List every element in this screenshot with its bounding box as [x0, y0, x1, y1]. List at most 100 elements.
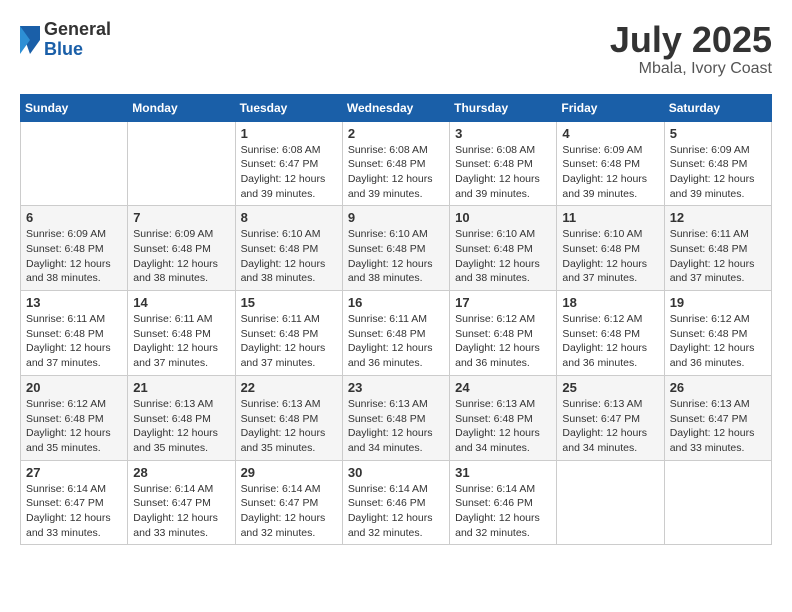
day-info: Sunrise: 6:11 AM Sunset: 6:48 PM Dayligh…: [26, 312, 122, 371]
day-number: 22: [241, 380, 337, 395]
day-info: Sunrise: 6:08 AM Sunset: 6:47 PM Dayligh…: [241, 143, 337, 202]
day-info: Sunrise: 6:14 AM Sunset: 6:47 PM Dayligh…: [133, 482, 229, 541]
day-info: Sunrise: 6:13 AM Sunset: 6:47 PM Dayligh…: [562, 397, 658, 456]
calendar-cell: [128, 121, 235, 206]
day-number: 7: [133, 210, 229, 225]
day-number: 1: [241, 126, 337, 141]
day-info: Sunrise: 6:14 AM Sunset: 6:46 PM Dayligh…: [348, 482, 444, 541]
calendar-cell: 5 Sunrise: 6:09 AM Sunset: 6:48 PM Daylig…: [664, 121, 771, 206]
day-info: Sunrise: 6:10 AM Sunset: 6:48 PM Dayligh…: [455, 227, 551, 286]
calendar-cell: 27 Sunrise: 6:14 AM Sunset: 6:47 PM Dayli…: [21, 460, 128, 545]
day-number: 18: [562, 295, 658, 310]
calendar-week-row: 1 Sunrise: 6:08 AM Sunset: 6:47 PM Daylig…: [21, 121, 772, 206]
day-number: 8: [241, 210, 337, 225]
weekday-header: Tuesday: [235, 94, 342, 121]
day-info: Sunrise: 6:11 AM Sunset: 6:48 PM Dayligh…: [133, 312, 229, 371]
day-number: 13: [26, 295, 122, 310]
calendar-cell: 29Sunrise: 6:14 AM Sunset: 6:47 PM Dayli…: [235, 460, 342, 545]
logo-blue: Blue: [44, 39, 83, 59]
day-number: 14: [133, 295, 229, 310]
calendar-cell: 28 Sunrise: 6:14 AM Sunset: 6:47 PM Dayli…: [128, 460, 235, 545]
day-info: Sunrise: 6:11 AM Sunset: 6:48 PM Dayligh…: [241, 312, 337, 371]
calendar-cell: 19Sunrise: 6:12 AM Sunset: 6:48 PM Dayli…: [664, 291, 771, 376]
calendar-week-row: 27 Sunrise: 6:14 AM Sunset: 6:47 PM Dayli…: [21, 460, 772, 545]
calendar-cell: [21, 121, 128, 206]
day-info: Sunrise: 6:12 AM Sunset: 6:48 PM Dayligh…: [455, 312, 551, 371]
calendar-cell: 17 Sunrise: 6:12 AM Sunset: 6:48 PM Dayli…: [450, 291, 557, 376]
day-number: 3: [455, 126, 551, 141]
day-number: 25: [562, 380, 658, 395]
day-number: 12: [670, 210, 766, 225]
day-info: Sunrise: 6:13 AM Sunset: 6:48 PM Dayligh…: [241, 397, 337, 456]
logo-general: General: [44, 19, 111, 39]
calendar-cell: 15 Sunrise: 6:11 AM Sunset: 6:48 PM Dayli…: [235, 291, 342, 376]
title-block: July 2025 Mbala, Ivory Coast: [610, 20, 772, 78]
day-number: 6: [26, 210, 122, 225]
logo: General Blue: [20, 20, 111, 60]
calendar-cell: [557, 460, 664, 545]
location: Mbala, Ivory Coast: [610, 60, 772, 78]
weekday-header: Saturday: [664, 94, 771, 121]
calendar-cell: 9Sunrise: 6:10 AM Sunset: 6:48 PM Daylig…: [342, 206, 449, 291]
weekday-header-row: SundayMondayTuesdayWednesdayThursdayFrid…: [21, 94, 772, 121]
day-info: Sunrise: 6:11 AM Sunset: 6:48 PM Dayligh…: [348, 312, 444, 371]
calendar-cell: 4 Sunrise: 6:09 AM Sunset: 6:48 PM Daylig…: [557, 121, 664, 206]
day-info: Sunrise: 6:13 AM Sunset: 6:47 PM Dayligh…: [670, 397, 766, 456]
day-info: Sunrise: 6:13 AM Sunset: 6:48 PM Dayligh…: [455, 397, 551, 456]
day-number: 21: [133, 380, 229, 395]
page-header: General Blue July 2025 Mbala, Ivory Coas…: [20, 20, 772, 78]
day-number: 30: [348, 465, 444, 480]
day-info: Sunrise: 6:10 AM Sunset: 6:48 PM Dayligh…: [348, 227, 444, 286]
weekday-header: Friday: [557, 94, 664, 121]
day-info: Sunrise: 6:13 AM Sunset: 6:48 PM Dayligh…: [348, 397, 444, 456]
day-number: 23: [348, 380, 444, 395]
day-info: Sunrise: 6:11 AM Sunset: 6:48 PM Dayligh…: [670, 227, 766, 286]
day-number: 17: [455, 295, 551, 310]
calendar-cell: 6 Sunrise: 6:09 AM Sunset: 6:48 PM Daylig…: [21, 206, 128, 291]
day-info: Sunrise: 6:09 AM Sunset: 6:48 PM Dayligh…: [562, 143, 658, 202]
day-number: 16: [348, 295, 444, 310]
day-info: Sunrise: 6:08 AM Sunset: 6:48 PM Dayligh…: [455, 143, 551, 202]
day-number: 15: [241, 295, 337, 310]
weekday-header: Monday: [128, 94, 235, 121]
calendar-cell: 18 Sunrise: 6:12 AM Sunset: 6:48 PM Dayli…: [557, 291, 664, 376]
day-number: 28: [133, 465, 229, 480]
day-info: Sunrise: 6:12 AM Sunset: 6:48 PM Dayligh…: [562, 312, 658, 371]
day-number: 24: [455, 380, 551, 395]
day-info: Sunrise: 6:12 AM Sunset: 6:48 PM Dayligh…: [670, 312, 766, 371]
calendar-cell: 11 Sunrise: 6:10 AM Sunset: 6:48 PM Dayli…: [557, 206, 664, 291]
day-info: Sunrise: 6:14 AM Sunset: 6:47 PM Dayligh…: [26, 482, 122, 541]
day-number: 4: [562, 126, 658, 141]
day-info: Sunrise: 6:12 AM Sunset: 6:48 PM Dayligh…: [26, 397, 122, 456]
month-title: July 2025: [610, 20, 772, 60]
calendar: SundayMondayTuesdayWednesdayThursdayFrid…: [20, 94, 772, 546]
day-info: Sunrise: 6:09 AM Sunset: 6:48 PM Dayligh…: [133, 227, 229, 286]
calendar-cell: 10 Sunrise: 6:10 AM Sunset: 6:48 PM Dayli…: [450, 206, 557, 291]
weekday-header: Thursday: [450, 94, 557, 121]
calendar-cell: 21Sunrise: 6:13 AM Sunset: 6:48 PM Dayli…: [128, 375, 235, 460]
calendar-cell: 22 Sunrise: 6:13 AM Sunset: 6:48 PM Dayli…: [235, 375, 342, 460]
day-info: Sunrise: 6:09 AM Sunset: 6:48 PM Dayligh…: [26, 227, 122, 286]
calendar-cell: 1 Sunrise: 6:08 AM Sunset: 6:47 PM Daylig…: [235, 121, 342, 206]
day-number: 20: [26, 380, 122, 395]
day-info: Sunrise: 6:10 AM Sunset: 6:48 PM Dayligh…: [562, 227, 658, 286]
day-number: 10: [455, 210, 551, 225]
weekday-header: Sunday: [21, 94, 128, 121]
day-info: Sunrise: 6:09 AM Sunset: 6:48 PM Dayligh…: [670, 143, 766, 202]
calendar-cell: 12 Sunrise: 6:11 AM Sunset: 6:48 PM Dayli…: [664, 206, 771, 291]
day-number: 5: [670, 126, 766, 141]
calendar-cell: 31Sunrise: 6:14 AM Sunset: 6:46 PM Dayli…: [450, 460, 557, 545]
day-number: 29: [241, 465, 337, 480]
day-number: 11: [562, 210, 658, 225]
calendar-cell: 20 Sunrise: 6:12 AM Sunset: 6:48 PM Dayli…: [21, 375, 128, 460]
calendar-week-row: 20 Sunrise: 6:12 AM Sunset: 6:48 PM Dayli…: [21, 375, 772, 460]
day-number: 27: [26, 465, 122, 480]
calendar-cell: 16 Sunrise: 6:11 AM Sunset: 6:48 PM Dayli…: [342, 291, 449, 376]
day-info: Sunrise: 6:08 AM Sunset: 6:48 PM Dayligh…: [348, 143, 444, 202]
calendar-cell: 13 Sunrise: 6:11 AM Sunset: 6:48 PM Dayli…: [21, 291, 128, 376]
logo-icon: [20, 26, 40, 54]
calendar-week-row: 6 Sunrise: 6:09 AM Sunset: 6:48 PM Daylig…: [21, 206, 772, 291]
calendar-cell: 14 Sunrise: 6:11 AM Sunset: 6:48 PM Dayli…: [128, 291, 235, 376]
calendar-cell: 8Sunrise: 6:10 AM Sunset: 6:48 PM Daylig…: [235, 206, 342, 291]
calendar-cell: 3 Sunrise: 6:08 AM Sunset: 6:48 PM Daylig…: [450, 121, 557, 206]
